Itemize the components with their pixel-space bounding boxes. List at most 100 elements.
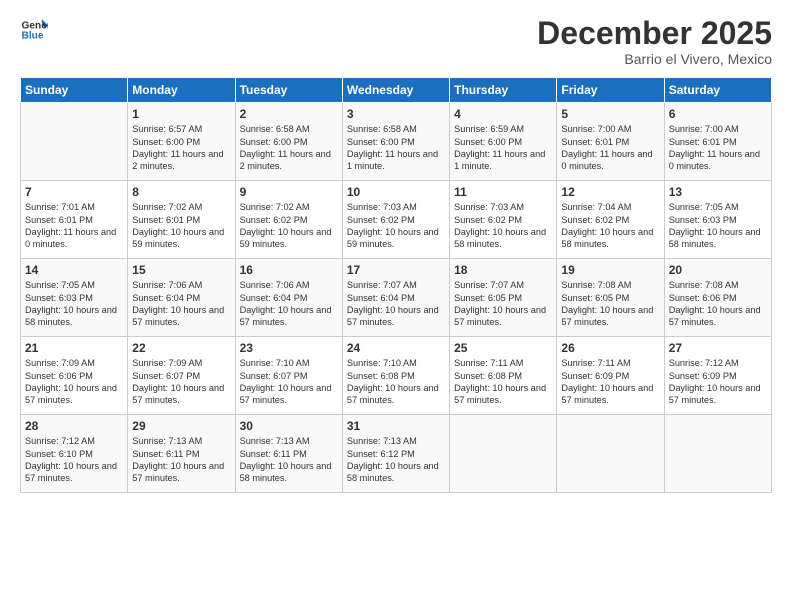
day-cell: 4Sunrise: 6:59 AMSunset: 6:00 PMDaylight…: [450, 103, 557, 181]
day-info: Sunrise: 7:02 AMSunset: 6:02 PMDaylight:…: [240, 201, 338, 251]
sunset-text: Sunset: 6:08 PM: [454, 370, 552, 382]
daylight-text: Daylight: 10 hours and 57 minutes.: [132, 460, 230, 485]
daylight-text: Daylight: 10 hours and 58 minutes.: [25, 304, 123, 329]
day-cell: 5Sunrise: 7:00 AMSunset: 6:01 PMDaylight…: [557, 103, 664, 181]
day-cell: 10Sunrise: 7:03 AMSunset: 6:02 PMDayligh…: [342, 181, 449, 259]
sunrise-text: Sunrise: 7:00 AM: [561, 123, 659, 135]
day-cell: 8 Sunrise: 7:02 AMSunset: 6:01 PMDaylight…: [128, 181, 235, 259]
daylight-text: Daylight: 10 hours and 57 minutes.: [132, 382, 230, 407]
sunrise-text: Sunrise: 6:58 AM: [347, 123, 445, 135]
day-cell: 16Sunrise: 7:06 AMSunset: 6:04 PMDayligh…: [235, 259, 342, 337]
svg-text:Blue: Blue: [22, 31, 44, 42]
col-wednesday: Wednesday: [342, 78, 449, 103]
day-number: 31: [347, 419, 445, 433]
day-number: 5: [561, 107, 659, 121]
sunrise-text: Sunrise: 7:03 AM: [454, 201, 552, 213]
daylight-text: Daylight: 10 hours and 57 minutes.: [25, 460, 123, 485]
day-info: Sunrise: 7:09 AMSunset: 6:06 PMDaylight:…: [25, 357, 123, 407]
day-number: 4: [454, 107, 552, 121]
month-title: December 2025: [537, 16, 772, 51]
day-number: 8: [132, 185, 230, 199]
sunrise-text: Sunrise: 7:10 AM: [347, 357, 445, 369]
week-row-1: 1Sunrise: 6:57 AMSunset: 6:00 PMDaylight…: [21, 103, 772, 181]
daylight-text: Daylight: 10 hours and 57 minutes.: [240, 304, 338, 329]
sunset-text: Sunset: 6:07 PM: [132, 370, 230, 382]
sunset-text: Sunset: 6:01 PM: [561, 136, 659, 148]
col-monday: Monday: [128, 78, 235, 103]
day-info: Sunrise: 7:07 AMSunset: 6:05 PMDaylight:…: [454, 279, 552, 329]
day-info: Sunrise: 7:12 AMSunset: 6:09 PMDaylight:…: [669, 357, 767, 407]
daylight-text: Daylight: 10 hours and 58 minutes.: [454, 226, 552, 251]
logo-icon: General Blue: [20, 16, 48, 44]
daylight-text: Daylight: 10 hours and 57 minutes.: [240, 382, 338, 407]
day-info: Sunrise: 7:04 AMSunset: 6:02 PMDaylight:…: [561, 201, 659, 251]
daylight-text: Daylight: 10 hours and 57 minutes.: [454, 382, 552, 407]
day-number: 24: [347, 341, 445, 355]
day-number: 30: [240, 419, 338, 433]
day-cell: 18 Sunrise: 7:07 AMSunset: 6:05 PMDayligh…: [450, 259, 557, 337]
daylight-text: Daylight: 11 hours and 2 minutes.: [240, 148, 338, 173]
day-number: 21: [25, 341, 123, 355]
day-info: Sunrise: 6:58 AMSunset: 6:00 PMDaylight:…: [240, 123, 338, 173]
sunrise-text: Sunrise: 7:10 AM: [240, 357, 338, 369]
sunrise-text: Sunrise: 7:06 AM: [132, 279, 230, 291]
sunset-text: Sunset: 6:11 PM: [132, 448, 230, 460]
sunset-text: Sunset: 6:06 PM: [669, 292, 767, 304]
day-info: Sunrise: 7:08 AMSunset: 6:05 PMDaylight:…: [561, 279, 659, 329]
day-number: 10: [347, 185, 445, 199]
day-number: 29: [132, 419, 230, 433]
sunset-text: Sunset: 6:02 PM: [454, 214, 552, 226]
day-number: 9: [240, 185, 338, 199]
sunset-text: Sunset: 6:06 PM: [25, 370, 123, 382]
sunset-text: Sunset: 6:03 PM: [669, 214, 767, 226]
sunset-text: Sunset: 6:08 PM: [347, 370, 445, 382]
day-number: 3: [347, 107, 445, 121]
day-number: 20: [669, 263, 767, 277]
location-subtitle: Barrio el Vivero, Mexico: [537, 51, 772, 67]
daylight-text: Daylight: 11 hours and 2 minutes.: [132, 148, 230, 173]
sunrise-text: Sunrise: 7:07 AM: [347, 279, 445, 291]
sunset-text: Sunset: 6:00 PM: [240, 136, 338, 148]
sunset-text: Sunset: 6:01 PM: [669, 136, 767, 148]
day-info: Sunrise: 6:58 AMSunset: 6:00 PMDaylight:…: [347, 123, 445, 173]
day-number: 19: [561, 263, 659, 277]
sunset-text: Sunset: 6:12 PM: [347, 448, 445, 460]
week-row-4: 21Sunrise: 7:09 AMSunset: 6:06 PMDayligh…: [21, 337, 772, 415]
sunrise-text: Sunrise: 7:13 AM: [240, 435, 338, 447]
day-info: Sunrise: 7:11 AMSunset: 6:09 PMDaylight:…: [561, 357, 659, 407]
daylight-text: Daylight: 10 hours and 59 minutes.: [347, 226, 445, 251]
sunrise-text: Sunrise: 6:58 AM: [240, 123, 338, 135]
day-number: 12: [561, 185, 659, 199]
day-cell: 22Sunrise: 7:09 AMSunset: 6:07 PMDayligh…: [128, 337, 235, 415]
sunset-text: Sunset: 6:09 PM: [561, 370, 659, 382]
daylight-text: Daylight: 10 hours and 57 minutes.: [132, 304, 230, 329]
day-cell: 26 Sunrise: 7:11 AMSunset: 6:09 PMDayligh…: [557, 337, 664, 415]
day-number: 23: [240, 341, 338, 355]
day-cell: [664, 415, 771, 493]
day-info: Sunrise: 7:01 AMSunset: 6:01 PMDaylight:…: [25, 201, 123, 251]
day-number: 6: [669, 107, 767, 121]
day-cell: 9 Sunrise: 7:02 AMSunset: 6:02 PMDaylight…: [235, 181, 342, 259]
day-number: 7: [25, 185, 123, 199]
col-friday: Friday: [557, 78, 664, 103]
sunset-text: Sunset: 6:04 PM: [347, 292, 445, 304]
daylight-text: Daylight: 10 hours and 57 minutes.: [669, 304, 767, 329]
day-info: Sunrise: 7:07 AMSunset: 6:04 PMDaylight:…: [347, 279, 445, 329]
sunrise-text: Sunrise: 7:13 AM: [347, 435, 445, 447]
day-cell: 28Sunrise: 7:12 AMSunset: 6:10 PMDayligh…: [21, 415, 128, 493]
sunrise-text: Sunrise: 7:09 AM: [132, 357, 230, 369]
sunrise-text: Sunrise: 7:03 AM: [347, 201, 445, 213]
sunset-text: Sunset: 6:00 PM: [132, 136, 230, 148]
day-number: 18: [454, 263, 552, 277]
col-saturday: Saturday: [664, 78, 771, 103]
daylight-text: Daylight: 10 hours and 57 minutes.: [561, 304, 659, 329]
daylight-text: Daylight: 10 hours and 58 minutes.: [669, 226, 767, 251]
col-thursday: Thursday: [450, 78, 557, 103]
day-info: Sunrise: 7:00 AMSunset: 6:01 PMDaylight:…: [669, 123, 767, 173]
day-number: 26: [561, 341, 659, 355]
day-info: Sunrise: 7:02 AMSunset: 6:01 PMDaylight:…: [132, 201, 230, 251]
title-block: December 2025 Barrio el Vivero, Mexico: [537, 16, 772, 67]
day-info: Sunrise: 6:57 AMSunset: 6:00 PMDaylight:…: [132, 123, 230, 173]
day-cell: 13Sunrise: 7:05 AMSunset: 6:03 PMDayligh…: [664, 181, 771, 259]
daylight-text: Daylight: 10 hours and 57 minutes.: [454, 304, 552, 329]
